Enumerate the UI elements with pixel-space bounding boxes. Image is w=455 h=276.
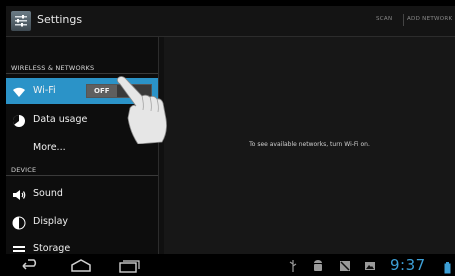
settings-app-icon[interactable] [11, 11, 31, 31]
page-title: Settings [37, 13, 83, 26]
status-clock: 9:37 [390, 256, 426, 274]
screen: Settings SCAN ADD NETWORK WIRELESS & NET… [6, 6, 455, 276]
speaker-icon [12, 187, 26, 201]
sidebar-item-label: Display [33, 216, 69, 227]
battery-icon [444, 259, 451, 276]
wifi-detail-pane: To see available networks, turn Wi-Fi on… [164, 37, 455, 254]
pointing-hand-image [116, 76, 167, 144]
wifi-icon [12, 84, 26, 98]
display-brightness-icon [12, 215, 26, 230]
usb-icon [288, 258, 298, 276]
sidebar-item-label: Wi-Fi [33, 85, 56, 96]
pane-divider [158, 37, 159, 254]
section-header-device: DEVICE [11, 166, 37, 174]
sidebar-item-label: Data usage [33, 114, 88, 125]
toggle-state: OFF [94, 87, 110, 95]
sidebar-item-sound[interactable]: Sound [6, 181, 159, 207]
action-bar: Settings SCAN ADD NETWORK [6, 6, 455, 37]
data-usage-icon [12, 113, 26, 127]
recent-apps-icon[interactable] [118, 258, 140, 276]
android-debug-icon [312, 258, 324, 276]
sidebar-item-label: More... [33, 142, 66, 153]
sidebar-item-label: Sound [33, 188, 63, 199]
back-icon[interactable] [20, 258, 40, 276]
scan-button[interactable]: SCAN [376, 16, 392, 22]
gallery-icon [364, 258, 376, 276]
system-navigation-bar: 9:37 [6, 254, 455, 276]
wifi-off-message: To see available networks, turn Wi-Fi on… [249, 141, 370, 148]
home-icon[interactable] [70, 258, 92, 276]
action-separator [403, 14, 404, 26]
section-header-wireless: WIRELESS & NETWORKS [11, 64, 95, 72]
add-network-button[interactable]: ADD NETWORK [407, 16, 452, 22]
settings-sidebar: WIRELESS & NETWORKS Wi-Fi OFF Data usage… [6, 37, 159, 256]
sidebar-item-display[interactable]: Display [6, 209, 159, 235]
notification-icon [339, 258, 351, 276]
section-divider [6, 175, 159, 176]
